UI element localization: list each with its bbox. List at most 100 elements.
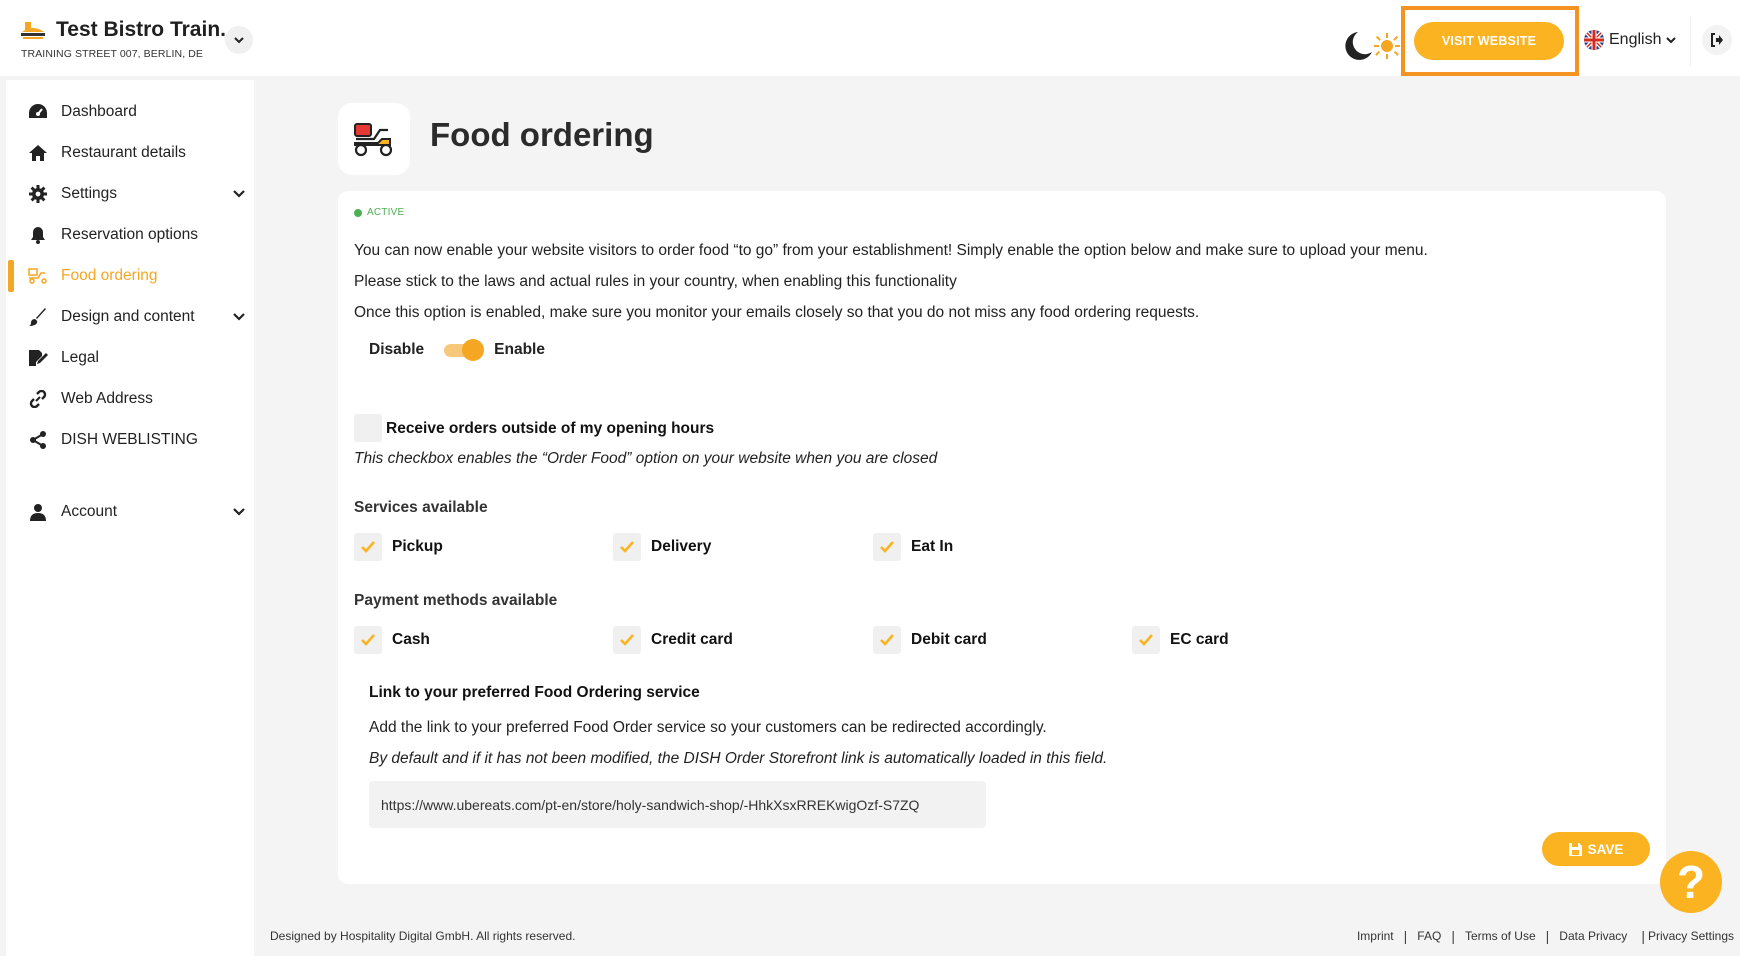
link-note: By default and if it has not been modifi… — [369, 750, 1108, 767]
sidebar-item-dish-weblisting[interactable]: DISH WEBLISTING — [6, 422, 254, 458]
footer-link-privacy-settings[interactable]: Privacy Settings — [1648, 929, 1734, 943]
enable-switch-row: Disable Enable — [369, 339, 545, 361]
sidebar-item-label: Legal — [61, 349, 99, 366]
footer-link-imprint[interactable]: Imprint — [1357, 929, 1394, 943]
language-label: English — [1609, 31, 1662, 48]
check-icon — [613, 626, 641, 654]
user-icon — [28, 502, 48, 522]
footer-links: Imprint | FAQ | Terms of Use | Data Priv… — [1357, 928, 1734, 944]
check-icon — [873, 626, 901, 654]
sidebar-item-settings[interactable]: Settings — [6, 176, 254, 212]
chevron-down-icon — [232, 310, 246, 324]
save-label: SAVE — [1587, 841, 1624, 857]
check-icon — [354, 626, 382, 654]
delivery-scooter-icon — [354, 123, 393, 157]
sidebar-item-legal[interactable]: Legal — [6, 340, 254, 376]
restaurant-switcher-button[interactable] — [225, 26, 253, 54]
sidebar-item-design-and-content[interactable]: Design and content — [6, 299, 254, 335]
sidebar-item-label: Restaurant details — [61, 144, 186, 161]
restaurant-name: Test Bistro Train... — [56, 18, 238, 41]
sidebar-item-dashboard[interactable]: Dashboard — [6, 94, 254, 130]
footer-separator: | — [1545, 928, 1550, 944]
service-label: Delivery — [651, 538, 712, 555]
footer-separator: | — [1641, 928, 1645, 944]
bell-icon — [28, 225, 48, 245]
link-icon — [28, 389, 48, 409]
chef-hat-icon — [20, 18, 46, 42]
service-eat-in[interactable]: Eat In — [873, 533, 953, 561]
home-icon — [28, 143, 48, 163]
footer-link-faq[interactable]: FAQ — [1417, 929, 1441, 943]
payment-label: Debit card — [911, 631, 987, 648]
sidebar-item-label: Dashboard — [61, 103, 137, 120]
page-icon — [338, 103, 410, 175]
payments-heading: Payment methods available — [354, 592, 558, 609]
sidebar-item-label: DISH WEBLISTING — [61, 431, 198, 448]
sidebar: Dashboard Restaurant details Settings Re… — [6, 80, 254, 956]
outside-hours-checkbox[interactable] — [354, 414, 382, 442]
sidebar-item-label: Web Address — [61, 390, 153, 407]
footer-separator: | — [1451, 928, 1455, 944]
floppy-disk-icon — [1568, 842, 1582, 856]
chevron-down-icon — [232, 505, 246, 519]
service-label: Eat In — [911, 538, 954, 555]
chevron-down-icon — [1666, 37, 1677, 44]
service-delivery[interactable]: Delivery — [613, 533, 711, 561]
check-icon — [613, 533, 641, 561]
food-ordering-link-input[interactable] — [369, 781, 986, 828]
sidebar-item-label: Account — [61, 503, 118, 520]
link-description: Add the link to your preferred Food Orde… — [369, 719, 1047, 736]
outside-hours-label: Receive orders outside of my opening hou… — [386, 420, 715, 437]
restaurant-address: TRAINING STREET 007, BERLIN, DE — [21, 48, 204, 60]
uk-flag-icon — [1584, 30, 1604, 50]
sidebar-item-label: Settings — [61, 185, 118, 202]
service-pickup[interactable]: Pickup — [354, 533, 443, 561]
payment-ec-card[interactable]: EC card — [1132, 626, 1229, 654]
footer-separator: | — [1403, 928, 1408, 944]
services-heading: Services available — [354, 499, 488, 516]
gear-icon — [28, 184, 48, 204]
payment-label: EC card — [1170, 631, 1229, 648]
enable-label: Enable — [494, 341, 545, 358]
sidebar-item-restaurant-details[interactable]: Restaurant details — [6, 135, 254, 171]
payment-cash[interactable]: Cash — [354, 626, 430, 654]
intro-text-3: Once this option is enabled, make sure y… — [354, 304, 1200, 321]
footer-link-data-privacy[interactable]: Data Privacy — [1559, 929, 1627, 943]
signature-icon — [28, 348, 48, 368]
payment-credit-card[interactable]: Credit card — [613, 626, 733, 654]
sidebar-item-label: Design and content — [61, 308, 195, 325]
question-mark-icon: ? — [1676, 856, 1706, 908]
check-icon — [354, 533, 382, 561]
help-button[interactable]: ? — [1660, 851, 1722, 913]
sidebar-item-account[interactable]: Account — [6, 494, 254, 530]
outside-hours-hint: This checkbox enables the “Order Food” o… — [354, 450, 938, 467]
toggle-knob — [462, 339, 485, 361]
status-dot — [354, 208, 362, 217]
check-icon — [873, 533, 901, 561]
sidebar-item-label: Food ordering — [61, 267, 158, 284]
sidebar-item-label: Reservation options — [61, 226, 198, 243]
disable-label: Disable — [369, 341, 425, 358]
food-ordering-card: ACTIVE You can now enable your website v… — [338, 191, 1666, 884]
moon-icon — [1345, 32, 1372, 60]
sidebar-item-web-address[interactable]: Web Address — [6, 381, 254, 417]
link-section-title: Link to your preferred Food Ordering ser… — [369, 684, 700, 701]
visit-website-button[interactable]: VISIT WEBSITE — [1414, 22, 1564, 60]
enable-toggle[interactable] — [444, 339, 485, 361]
status-badge: ACTIVE — [354, 207, 404, 218]
footer-link-terms[interactable]: Terms of Use — [1465, 929, 1536, 943]
page-title: Food ordering — [430, 116, 654, 153]
language-selector[interactable]: English — [1584, 28, 1677, 52]
payment-debit-card[interactable]: Debit card — [873, 626, 987, 654]
footer-copyright: Designed by Hospitality Digital GmbH. Al… — [270, 929, 576, 943]
save-button[interactable]: SAVE — [1542, 832, 1650, 866]
logout-button[interactable] — [1702, 25, 1732, 55]
check-icon — [1132, 626, 1160, 654]
service-label: Pickup — [392, 538, 443, 555]
sun-icon — [1374, 33, 1400, 59]
theme-toggle-button[interactable] — [1342, 28, 1400, 64]
sidebar-item-food-ordering[interactable]: Food ordering — [6, 258, 254, 294]
sidebar-item-reservation-options[interactable]: Reservation options — [6, 217, 254, 253]
payment-label: Cash — [392, 631, 430, 648]
payment-label: Credit card — [651, 631, 733, 648]
